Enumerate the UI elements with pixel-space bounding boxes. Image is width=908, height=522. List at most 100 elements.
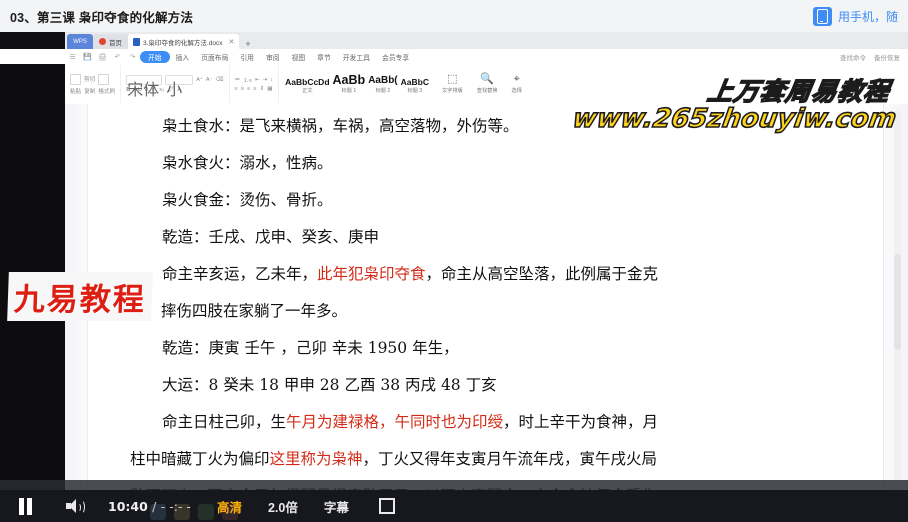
phone-icon[interactable] (812, 6, 832, 26)
find-replace-label: 查找替换 (476, 88, 498, 94)
strikethrough-icon[interactable]: A (145, 87, 149, 93)
menu-item-3[interactable]: 引用 (234, 52, 260, 62)
doc-line-5-part-c: ，命主从高空坠落，此例属于金克 (425, 265, 659, 283)
font-name-input[interactable]: 宋体 (正文) (126, 75, 163, 147)
clear-format-icon[interactable]: ⌫ (216, 77, 224, 83)
document-area[interactable]: 枭土食水：是飞来横祸，车祸，高空落物，外伤等。 枭水食火：溺水，性病。 枭火食金… (65, 104, 908, 490)
line-spacing-icon[interactable]: ⇕ (260, 86, 265, 92)
doc-line-5: 命主辛亥运，乙未年，此年犯枭印夺食，命主从高空坠落，此例属于金克 (130, 256, 820, 293)
align-right-icon[interactable]: ≡ (247, 86, 250, 92)
close-icon[interactable]: ✕ (228, 38, 234, 46)
player-control-bar[interactable]: 10:40 / - -:- - 高清 2.0倍 字幕 (0, 490, 908, 522)
align-center-icon[interactable]: ≡ (241, 86, 244, 92)
doc-line-9: 命主日柱己卯，生午月为建禄格，午同时也为印绶，时上辛干为食神，月 (130, 404, 820, 441)
doc-line-4: 乾造：壬戌、戊申、癸亥、庚申 (162, 228, 380, 246)
decrease-indent-icon[interactable]: ⇤ (255, 77, 260, 83)
ribbon-search-group[interactable]: 查找命令 备份恢复 (840, 52, 908, 62)
ribbon-group-clipboard[interactable]: 剪切 粘贴 复制 格式刷 (65, 65, 122, 103)
current-time: 10:40 (108, 498, 148, 514)
save-icon[interactable]: 💾 (82, 51, 93, 62)
text-layout-button[interactable]: ⬚ 文字排版 (435, 74, 470, 95)
doc-line-2: 枭水食火：溺水，性病。 (162, 154, 333, 172)
find-replace-button[interactable]: 🔍 查找替换 (470, 74, 505, 95)
menu-item-2[interactable]: 页面布局 (195, 52, 234, 62)
menu-item-5[interactable]: 视图 (286, 52, 312, 62)
video-stage[interactable]: WPS 首页 3.枭印夺食的化解方法.docx ✕ + ☰ 💾 🖨 ↶ ↷ 开始… (0, 32, 908, 490)
doc-line-9-part-a: 命主日柱己卯，生 (162, 413, 287, 431)
tab-document[interactable]: 3.枭印夺食的化解方法.docx ✕ (128, 34, 240, 49)
format-painter-label[interactable]: 格式刷 (98, 87, 115, 95)
style-heading-2-label: 标题 2 (375, 88, 391, 95)
subscript-icon[interactable]: x₂ (159, 87, 164, 93)
highlight-icon[interactable]: 🖍 (167, 87, 174, 93)
vertical-scrollbar-thumb[interactable] (894, 254, 901, 350)
menu-item-1[interactable]: 插入 (170, 52, 196, 62)
pause-icon[interactable] (14, 497, 36, 515)
menu-item-7[interactable]: 开发工具 (337, 52, 376, 62)
redo-icon[interactable]: ↷ (127, 51, 138, 62)
align-left-icon[interactable]: ≡ (235, 86, 238, 92)
video-top-bar: 03、第三课 枭印夺食的化解方法 用手机，随 (0, 0, 908, 32)
menu-item-4[interactable]: 审阅 (260, 52, 286, 62)
plus-icon[interactable]: + (245, 39, 250, 49)
print-icon[interactable]: 🖨 (97, 51, 108, 62)
font-size-input[interactable]: 小四 (165, 75, 194, 123)
italic-icon[interactable]: I (133, 87, 135, 93)
ribbon-group-styles[interactable]: AaBbCcDd 正文 AaBb 标题 1 AaBb( 标题 2 AaBbC 标… (279, 74, 435, 95)
underline-icon[interactable]: U (138, 87, 142, 93)
format-painter-icon[interactable] (98, 73, 110, 85)
watermark-right-line-2: www.265zhouyiw.com (570, 103, 899, 135)
text-layout-label: 文字排版 (441, 88, 463, 94)
cut-label[interactable]: 剪切 (84, 75, 95, 83)
menu-item-6[interactable]: 章节 (311, 52, 337, 62)
shading-icon[interactable]: ▦ (267, 86, 272, 92)
doc-line-10: 柱中暗藏丁火为偏印这里称为枭神，丁火又得年支寅月午流年戌，寅午戌火局 (130, 441, 820, 478)
style-heading-1[interactable]: AaBb 标题 1 (333, 74, 366, 95)
menu-item-8[interactable]: 会员专享 (376, 52, 415, 62)
doc-line-10-part-c: ，丁火又得年支寅月午流年戌，寅午戌火局 (362, 450, 658, 468)
grow-font-icon[interactable]: A⁺ (196, 77, 203, 83)
document-text[interactable]: 枭土食水：是飞来横祸，车祸，高空落物，外伤等。 枭水食火：溺水，性病。 枭火食金… (130, 108, 820, 490)
menu-item-0[interactable]: 开始 (140, 50, 170, 63)
justify-icon[interactable]: ≡ (253, 86, 256, 92)
shrink-font-icon[interactable]: A⁻ (206, 77, 213, 83)
sort-icon[interactable]: ↕ (270, 77, 273, 83)
fullscreen-icon[interactable] (378, 498, 395, 514)
style-heading-3-label: 标题 3 (407, 88, 423, 95)
doc-line-9-highlight: 午月为建禄格，午同时也为印绶 (286, 413, 504, 431)
document-page[interactable]: 枭土食水：是飞来横祸，车祸，高空落物，外伤等。 枭水食火：溺水，性病。 枭火食金… (88, 104, 883, 490)
style-normal[interactable]: AaBbCcDd 正文 (285, 78, 329, 95)
search-input[interactable]: 查找命令 (840, 52, 866, 62)
volume-icon[interactable] (66, 497, 88, 515)
font-color-icon[interactable]: A (177, 87, 181, 93)
mobile-hint-group[interactable]: 用手机，随 (812, 6, 898, 26)
style-heading-2[interactable]: AaBb( 标题 2 (368, 76, 397, 95)
bullets-icon[interactable]: ≔ (235, 77, 241, 83)
doc-line-9-part-c: ，时上辛干为食神，月 (503, 413, 659, 431)
doc-line-7: 乾造：庚寅 壬午 ，己卯 辛未 1950 年生， (162, 339, 459, 357)
desktop-bleed-icons (150, 494, 390, 520)
tab-home[interactable]: 首页 (93, 34, 128, 49)
wps-app-badge[interactable]: WPS (67, 34, 93, 49)
video-title: 03、第三课 枭印夺食的化解方法 (10, 10, 194, 25)
superscript-icon[interactable]: x² (152, 87, 157, 93)
stage-bottom-strip (0, 480, 908, 490)
bold-icon[interactable]: B (126, 87, 130, 93)
copy-label[interactable]: 复制 (84, 87, 95, 95)
paste-icon[interactable] (70, 73, 81, 85)
select-button[interactable]: ⌖ 选择 (505, 74, 529, 95)
increase-indent-icon[interactable]: ⇥ (263, 77, 268, 83)
menu-hamburger-icon[interactable]: ☰ (67, 51, 78, 62)
numbering-icon[interactable]: ⒈≡ (243, 76, 252, 84)
wps-menu-bar[interactable]: ☰ 💾 🖨 ↶ ↷ 开始 插入 页面布局 引用 审阅 视图 章节 开发工具 会员… (65, 49, 908, 64)
style-heading-3[interactable]: AaBbC 标题 3 (401, 78, 429, 95)
tab-home-label: 首页 (109, 39, 122, 47)
undo-icon[interactable]: ↶ (112, 51, 123, 62)
ribbon-group-paragraph[interactable]: ≔ ⒈≡ ⇤ ⇥ ↕ ≡ ≡ ≡ ≡ ⇕ ▦ (230, 65, 280, 103)
ribbon-group-font[interactable]: 宋体 (正文) 小四 A⁺ A⁻ ⌫ B I U A x² x₂ 🖍 A (121, 65, 230, 147)
backup-restore-label[interactable]: 备份恢复 (874, 52, 900, 62)
doc-line-5-highlight: 此年犯枭印夺食 (317, 265, 426, 283)
video-player-page: 03、第三课 枭印夺食的化解方法 用手机，随 WPS 首页 3.枭印夺食的化解方… (0, 0, 908, 522)
paste-label[interactable]: 粘贴 (70, 87, 81, 95)
style-heading-3-sample: AaBbC (400, 76, 429, 87)
